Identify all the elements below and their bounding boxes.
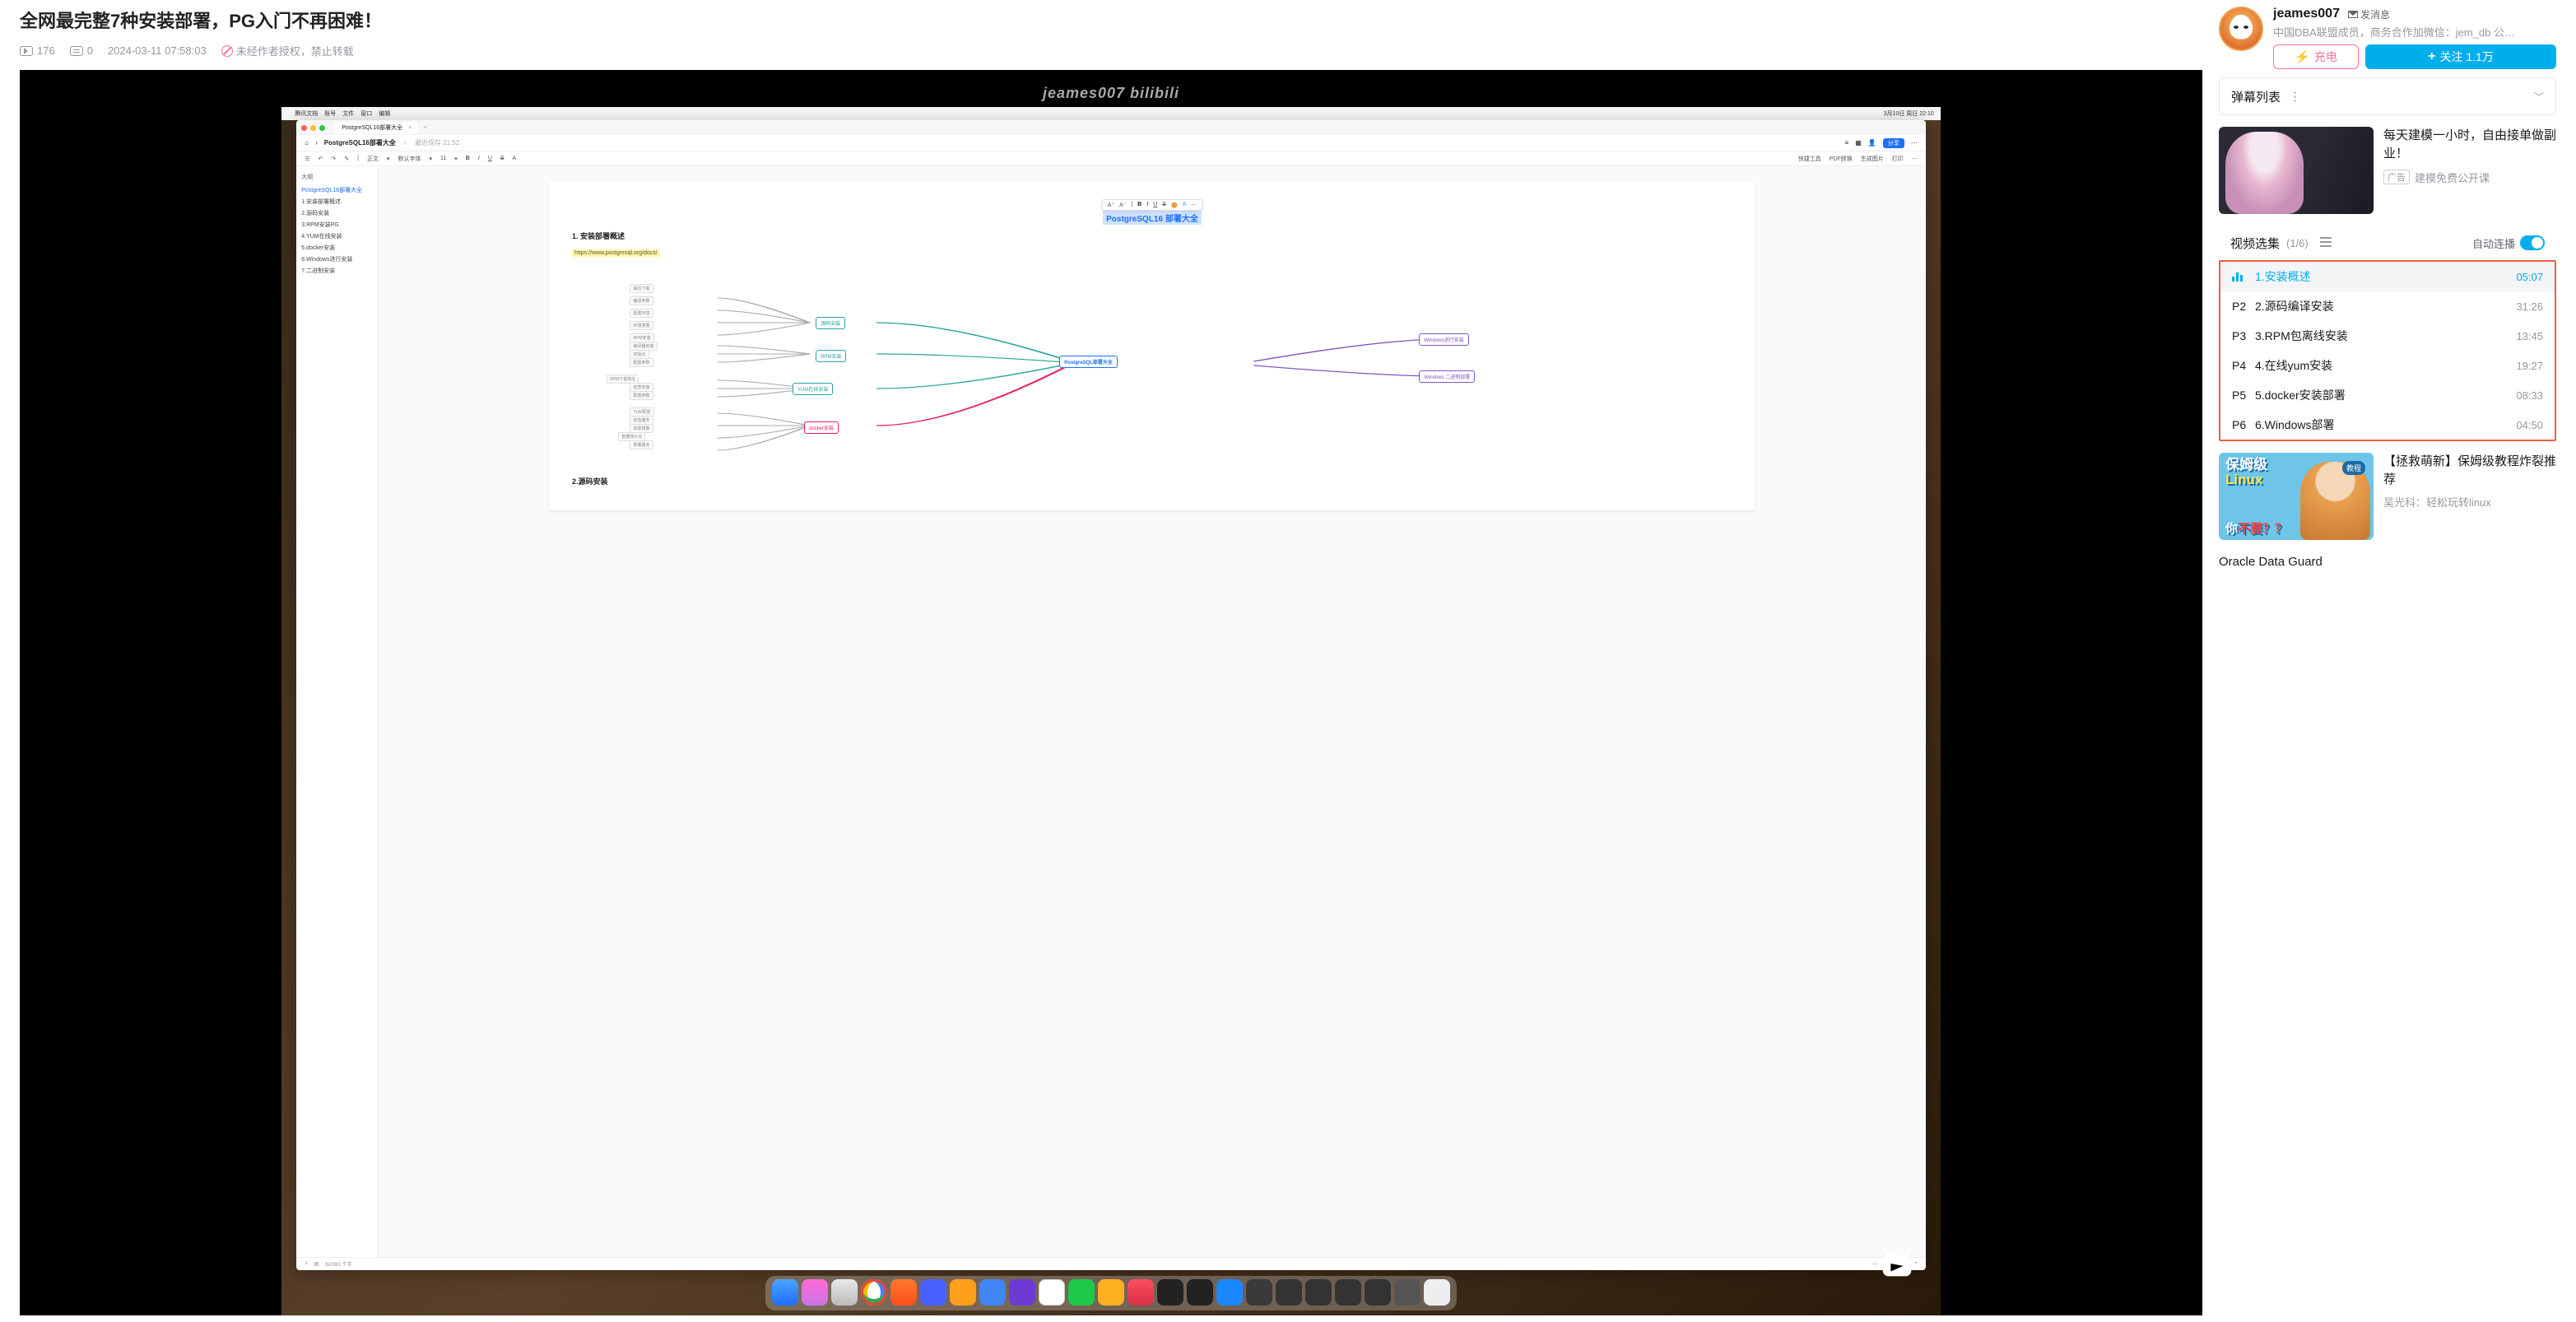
playlist-item[interactable]: P22.源码编译安装31:26: [2220, 291, 2555, 321]
rec-thumbnail: 保姆级 Linux 教程 你不要？？: [2219, 453, 2374, 540]
ad-tag: 广告: [2383, 170, 2410, 184]
rec-title: 【拯救萌新】保姆级教程炸裂推荐: [2383, 453, 2556, 489]
bolt-icon: ⚡: [2295, 49, 2310, 64]
playlist-item-duration: 13:45: [2516, 330, 2543, 342]
playlist-item-name: 5.docker安装部署: [2255, 387, 2516, 403]
autoplay-toggle[interactable]: [2520, 235, 2545, 250]
rec-uploader: 吴光科：轻松玩转linux: [2383, 494, 2556, 510]
send-message-button[interactable]: 发消息: [2348, 7, 2390, 21]
uploader-name[interactable]: jeames007: [2273, 7, 2340, 21]
playlist-item[interactable]: P33.RPM包离线安装13:45: [2220, 321, 2555, 351]
doc-link: https://www.postgresql.org/docs/: [572, 249, 660, 257]
playlist-item-name: 4.在线yum安装: [2255, 357, 2516, 374]
grid-view-icon[interactable]: [2320, 237, 2332, 249]
mindmap: PostgreSQL部署大全 源码安装 RPM安装 YUM在线安装 docker…: [572, 265, 1732, 471]
outline-panel: 大纲 PostgreSQL16部署大全 1.安装部署概述 2.源码安装 3.RP…: [296, 166, 379, 1257]
playlist-item[interactable]: P44.在线yum安装19:27: [2220, 351, 2555, 380]
document-window: PostgreSQL16部署大全× + ⌂ › PostgreSQL16部署大全…: [296, 120, 1926, 1270]
envelope-icon: [2348, 11, 2358, 18]
recommendation-card[interactable]: 保姆级 Linux 教程 你不要？？ 【拯救萌新】保姆级教程炸裂推荐 吴光科：轻…: [2219, 453, 2556, 540]
danmaku-count: 0: [70, 44, 93, 57]
follow-button[interactable]: + 关注 1.1万: [2365, 44, 2556, 69]
playlist-item-name: 2.源码编译安装: [2255, 298, 2516, 314]
playlist-item-name: 6.Windows部署: [2255, 417, 2516, 433]
forbid-icon: [221, 45, 233, 57]
playlist-item-duration: 05:07: [2516, 271, 2543, 283]
doc-toolbar: ☰↶↷✎| 正文▾ 默认字体▾ 11▾ BI U S A 快捷工具PDF转换生成…: [296, 151, 1926, 166]
video-title: 全网最完整7种安装部署，PG入门不再困难！: [20, 7, 2202, 33]
playlist-item-duration: 31:26: [2516, 300, 2543, 313]
ad-thumbnail: [2219, 127, 2374, 214]
playlist-item[interactable]: P55.docker安装部署08:33: [2220, 380, 2555, 410]
mac-menubar: 腾讯文档账号文件窗口编辑 3月10日 周日 22:10: [281, 107, 1941, 120]
danmaku-panel[interactable]: 弹幕列表 ⋮ ﹀: [2219, 77, 2556, 115]
home-icon: ⌂: [305, 139, 309, 147]
playlist-count: (1/6): [2286, 237, 2309, 249]
chevron-down-icon[interactable]: ﹀: [2534, 90, 2544, 104]
play-icon: [20, 46, 33, 56]
charge-button[interactable]: ⚡ 充电: [2273, 44, 2359, 69]
play-count: 176: [20, 44, 55, 57]
partial-rec-title[interactable]: Oracle Data Guard: [2219, 552, 2556, 572]
playlist-panel: 视频选集 (1/6) 自动连播 P11.安装概述05:07P22.源码编译安装3…: [2219, 226, 2556, 441]
playlist-item[interactable]: P11.安装概述05:07: [2220, 262, 2555, 291]
playing-icon: [2232, 272, 2255, 282]
danmaku-icon: [70, 46, 83, 56]
doc-heading: PostgreSQL16 部署大全: [1103, 211, 1202, 225]
share-button: 分享: [1883, 138, 1904, 148]
uploader-avatar[interactable]: [2219, 7, 2263, 51]
publish-time: 2024-03-11 07:58:03: [108, 44, 207, 57]
ad-card[interactable]: 每天建模一小时，自由接单做副业！ 广告 建模免费公开课: [2219, 127, 2556, 214]
playlist-item-name: 1.安装概述: [2255, 268, 2516, 285]
watermark: jeames007 bilibili: [1043, 85, 1179, 102]
video-meta: 176 0 2024-03-11 07:58:03 未经作者授权，禁止转载: [20, 43, 2202, 58]
playlist-item-duration: 19:27: [2516, 360, 2543, 372]
float-toolbar: A⁺A⁻|BIUS⬤A⋯: [1102, 199, 1203, 211]
playlist-title: 视频选集: [2230, 235, 2280, 252]
mac-dock: [765, 1276, 1457, 1310]
playlist-item-duration: 08:33: [2516, 389, 2543, 402]
uploader-card: jeames007 发消息 中国DBA联盟成员，商务合作加微信：jem_db 公…: [2219, 7, 2556, 69]
repost-notice: 未经作者授权，禁止转载: [221, 43, 354, 58]
playlist-item-name: 3.RPM包离线安装: [2255, 328, 2516, 344]
bilibili-logo: [1878, 1245, 1916, 1282]
playlist-item-duration: 04:50: [2516, 419, 2543, 431]
video-player[interactable]: jeames007 bilibili 腾讯文档账号文件窗口编辑 3月10日 周日…: [20, 70, 2202, 1315]
plus-icon: +: [2428, 49, 2435, 64]
more-icon[interactable]: ⋮: [2289, 89, 2303, 104]
ad-subtitle: 建模免费公开课: [2415, 170, 2490, 185]
autoplay-label: 自动连播: [2472, 235, 2515, 251]
uploader-desc: 中国DBA联盟成员，商务合作加微信：jem_db 公…: [2273, 24, 2556, 40]
playlist-item[interactable]: P66.Windows部署04:50: [2220, 410, 2555, 440]
browser-tab: PostgreSQL16部署大全×: [335, 122, 418, 133]
ad-title: 每天建模一小时，自由接单做副业！: [2383, 127, 2556, 163]
